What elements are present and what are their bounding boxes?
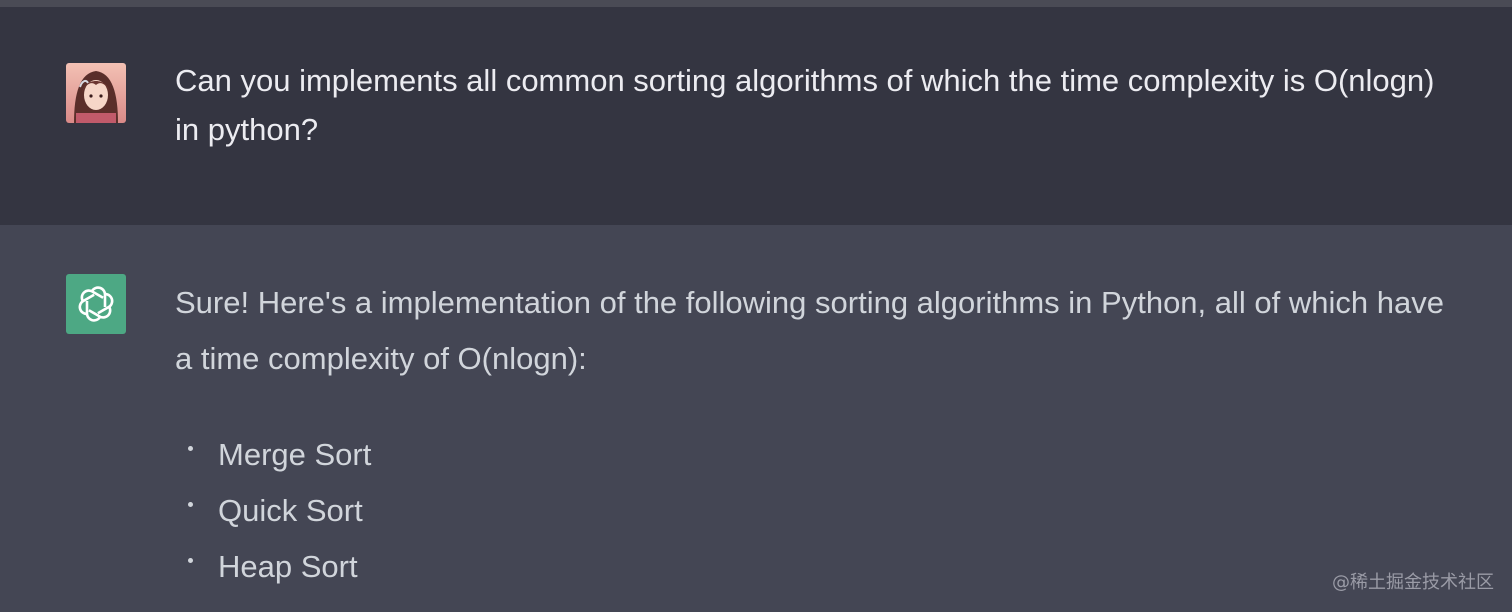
bullet-dot [188,446,193,451]
list-item-label: Heap Sort [218,549,358,584]
user-avatar [66,63,126,123]
bullet-dot [188,558,193,563]
assistant-intro-text: Sure! Here's a implementation of the fol… [175,285,1444,376]
list-item: Heap Sort [175,539,371,595]
openai-logo-icon [78,286,114,322]
top-divider [0,0,1512,7]
assistant-message-row: Sure! Here's a implementation of the fol… [0,225,1512,612]
bullet-dot [188,502,193,507]
list-item-label: Merge Sort [218,437,372,472]
user-avatar-icon [66,63,126,123]
watermark: @稀土掘金技术社区 [1332,572,1494,593]
assistant-avatar [66,274,126,334]
algorithm-list: Merge Sort Quick Sort Heap Sort [175,427,371,595]
list-item: Merge Sort [175,427,371,483]
user-message-row: Can you implements all common sorting al… [0,7,1512,225]
list-item-label: Quick Sort [218,493,363,528]
list-item: Quick Sort [175,483,371,539]
user-message-text: Can you implements all common sorting al… [175,63,1435,147]
